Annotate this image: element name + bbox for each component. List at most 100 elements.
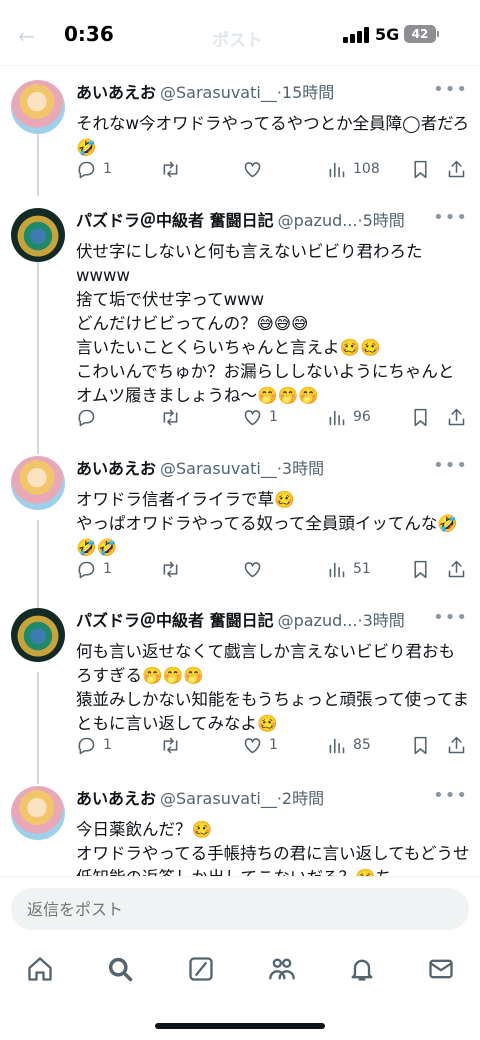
retweet-button[interactable] [160, 156, 187, 182]
view-count: 85 [353, 737, 371, 753]
share-button[interactable] [446, 732, 467, 758]
share-button[interactable] [446, 156, 467, 182]
timestamp[interactable]: 3時間 [363, 611, 405, 630]
like-button[interactable]: 1 [242, 732, 278, 758]
tweet-header: あいあえお @Sarasuvati__·2時間 [76, 786, 466, 812]
timestamp[interactable]: 3時間 [282, 459, 324, 478]
tweet-actions: 1 108 [76, 156, 470, 182]
display-name[interactable]: あいあえお [76, 789, 156, 808]
more-icon[interactable]: ••• [433, 608, 468, 628]
more-icon[interactable]: ••• [433, 208, 468, 228]
bookmark-icon [414, 160, 427, 178]
bookmark-icon [414, 736, 427, 754]
like-button[interactable] [242, 556, 269, 582]
battery-icon: 42 [404, 25, 436, 43]
tab-messages[interactable] [424, 952, 458, 986]
retweet-icon [163, 737, 178, 753]
home-indicator[interactable] [155, 1023, 325, 1029]
tab-communities[interactable] [265, 952, 299, 986]
share-button[interactable] [446, 556, 467, 582]
more-icon[interactable]: ••• [433, 456, 468, 476]
reply-button[interactable]: 1 [76, 156, 112, 182]
battery-tip [437, 31, 439, 37]
bookmark-button[interactable] [410, 404, 431, 430]
tweet-actions: 1 51 [76, 556, 470, 582]
more-icon[interactable]: ••• [433, 80, 468, 100]
user-handle[interactable]: @Sarasuvati__ [160, 459, 277, 478]
user-handle[interactable]: @Sarasuvati__ [160, 789, 277, 808]
display-name[interactable]: パズドラ＠中級者 奮闘日記 [76, 611, 274, 630]
tweet-header: パズドラ＠中級者 奮闘日記 @pazud...·5時間 [76, 208, 466, 234]
bookmark-icon [414, 408, 427, 426]
status-time: 0:36 [64, 22, 114, 46]
tweet-actions: 1 1 85 [76, 732, 470, 758]
views-icon [329, 410, 345, 425]
tweet[interactable]: あいあえお @Sarasuvati__·2時間 ••• 今日薬飲んだ？🥴 オワドラ… [0, 786, 480, 876]
tweet[interactable]: パズドラ＠中級者 奮闘日記 @pazud...·3時間 ••• 何も言い返せなくて… [0, 608, 480, 788]
views-button[interactable]: 96 [326, 404, 371, 430]
communities-icon [269, 958, 295, 980]
view-count: 96 [353, 409, 371, 425]
reply-button[interactable]: 1 [76, 732, 112, 758]
signal-icon [343, 27, 369, 43]
display-name[interactable]: あいあえお [76, 83, 156, 102]
status-bar: ← ポスト 0:36 5G 42 [0, 0, 480, 66]
tab-grok[interactable] [184, 952, 218, 986]
tab-home[interactable] [23, 952, 57, 986]
tweet[interactable]: あいあえお @Sarasuvati__·15時間 ••• それなw今オワドラやって… [0, 80, 480, 204]
tweet[interactable]: パズドラ＠中級者 奮闘日記 @pazud...·5時間 ••• 伏せ字にしないと何… [0, 208, 480, 456]
tweet-header: あいあえお @Sarasuvati__·15時間 [76, 80, 466, 106]
bookmark-button[interactable] [410, 732, 431, 758]
reply-icon [78, 737, 95, 754]
back-arrow-icon[interactable]: ← [18, 24, 35, 48]
timestamp[interactable]: 2時間 [282, 789, 324, 808]
retweet-icon [163, 161, 178, 177]
reply-button[interactable] [76, 404, 103, 430]
avatar[interactable] [11, 456, 65, 510]
avatar[interactable] [11, 786, 65, 840]
like-button[interactable] [242, 156, 269, 182]
notifications-icon [351, 959, 373, 981]
tweet-text: それなw今オワドラやってるやつとか全員障◯者だろ🤣 [76, 114, 470, 157]
grok-icon [189, 957, 213, 981]
bookmark-button[interactable] [410, 556, 431, 582]
reply-button[interactable]: 1 [76, 556, 112, 582]
views-button[interactable]: 51 [326, 556, 371, 582]
user-handle[interactable]: @pazud... [278, 611, 358, 630]
views-button[interactable]: 108 [326, 156, 380, 182]
tweet-text: 今日薬飲んだ？🥴 オワドラやってる手帳持ちの君に言い返してもどうせ低知能の返答し… [76, 820, 470, 876]
avatar[interactable] [11, 80, 65, 134]
tab-search[interactable] [103, 952, 137, 986]
share-button[interactable] [446, 404, 467, 430]
bookmark-button[interactable] [410, 156, 431, 182]
like-button[interactable]: 1 [242, 404, 278, 430]
retweet-icon [163, 561, 178, 577]
timestamp[interactable]: 5時間 [363, 211, 405, 230]
user-handle[interactable]: @Sarasuvati__ [160, 83, 277, 102]
share-icon [448, 408, 465, 425]
tweet-actions: 1 96 [76, 404, 470, 430]
reply-input[interactable] [11, 888, 469, 930]
retweet-button[interactable] [160, 732, 187, 758]
display-name[interactable]: パズドラ＠中級者 奮闘日記 [76, 211, 274, 230]
like-count: 1 [269, 409, 278, 425]
display-name[interactable]: あいあえお [76, 459, 156, 478]
retweet-button[interactable] [160, 404, 187, 430]
retweet-button[interactable] [160, 556, 187, 582]
heart-icon [244, 409, 261, 425]
tweet[interactable]: あいあえお @Sarasuvati__·3時間 ••• オワドラ信者イライラで草🥴… [0, 456, 480, 612]
user-handle[interactable]: @pazud... [278, 211, 358, 230]
timestamp[interactable]: 15時間 [282, 83, 334, 102]
views-button[interactable]: 85 [326, 732, 371, 758]
thread[interactable]: あいあえお @Sarasuvati__·15時間 ••• それなw今オワドラやって… [0, 66, 480, 876]
search-icon [108, 957, 133, 982]
more-icon[interactable]: ••• [433, 786, 468, 806]
page-title: ポスト [212, 31, 263, 51]
reply-count: 1 [103, 561, 112, 577]
reply-count: 1 [103, 161, 112, 177]
reply-count: 1 [103, 737, 112, 753]
avatar[interactable] [11, 608, 65, 662]
view-count: 51 [353, 561, 371, 577]
avatar[interactable] [11, 208, 65, 262]
tab-notifications[interactable] [345, 952, 379, 986]
